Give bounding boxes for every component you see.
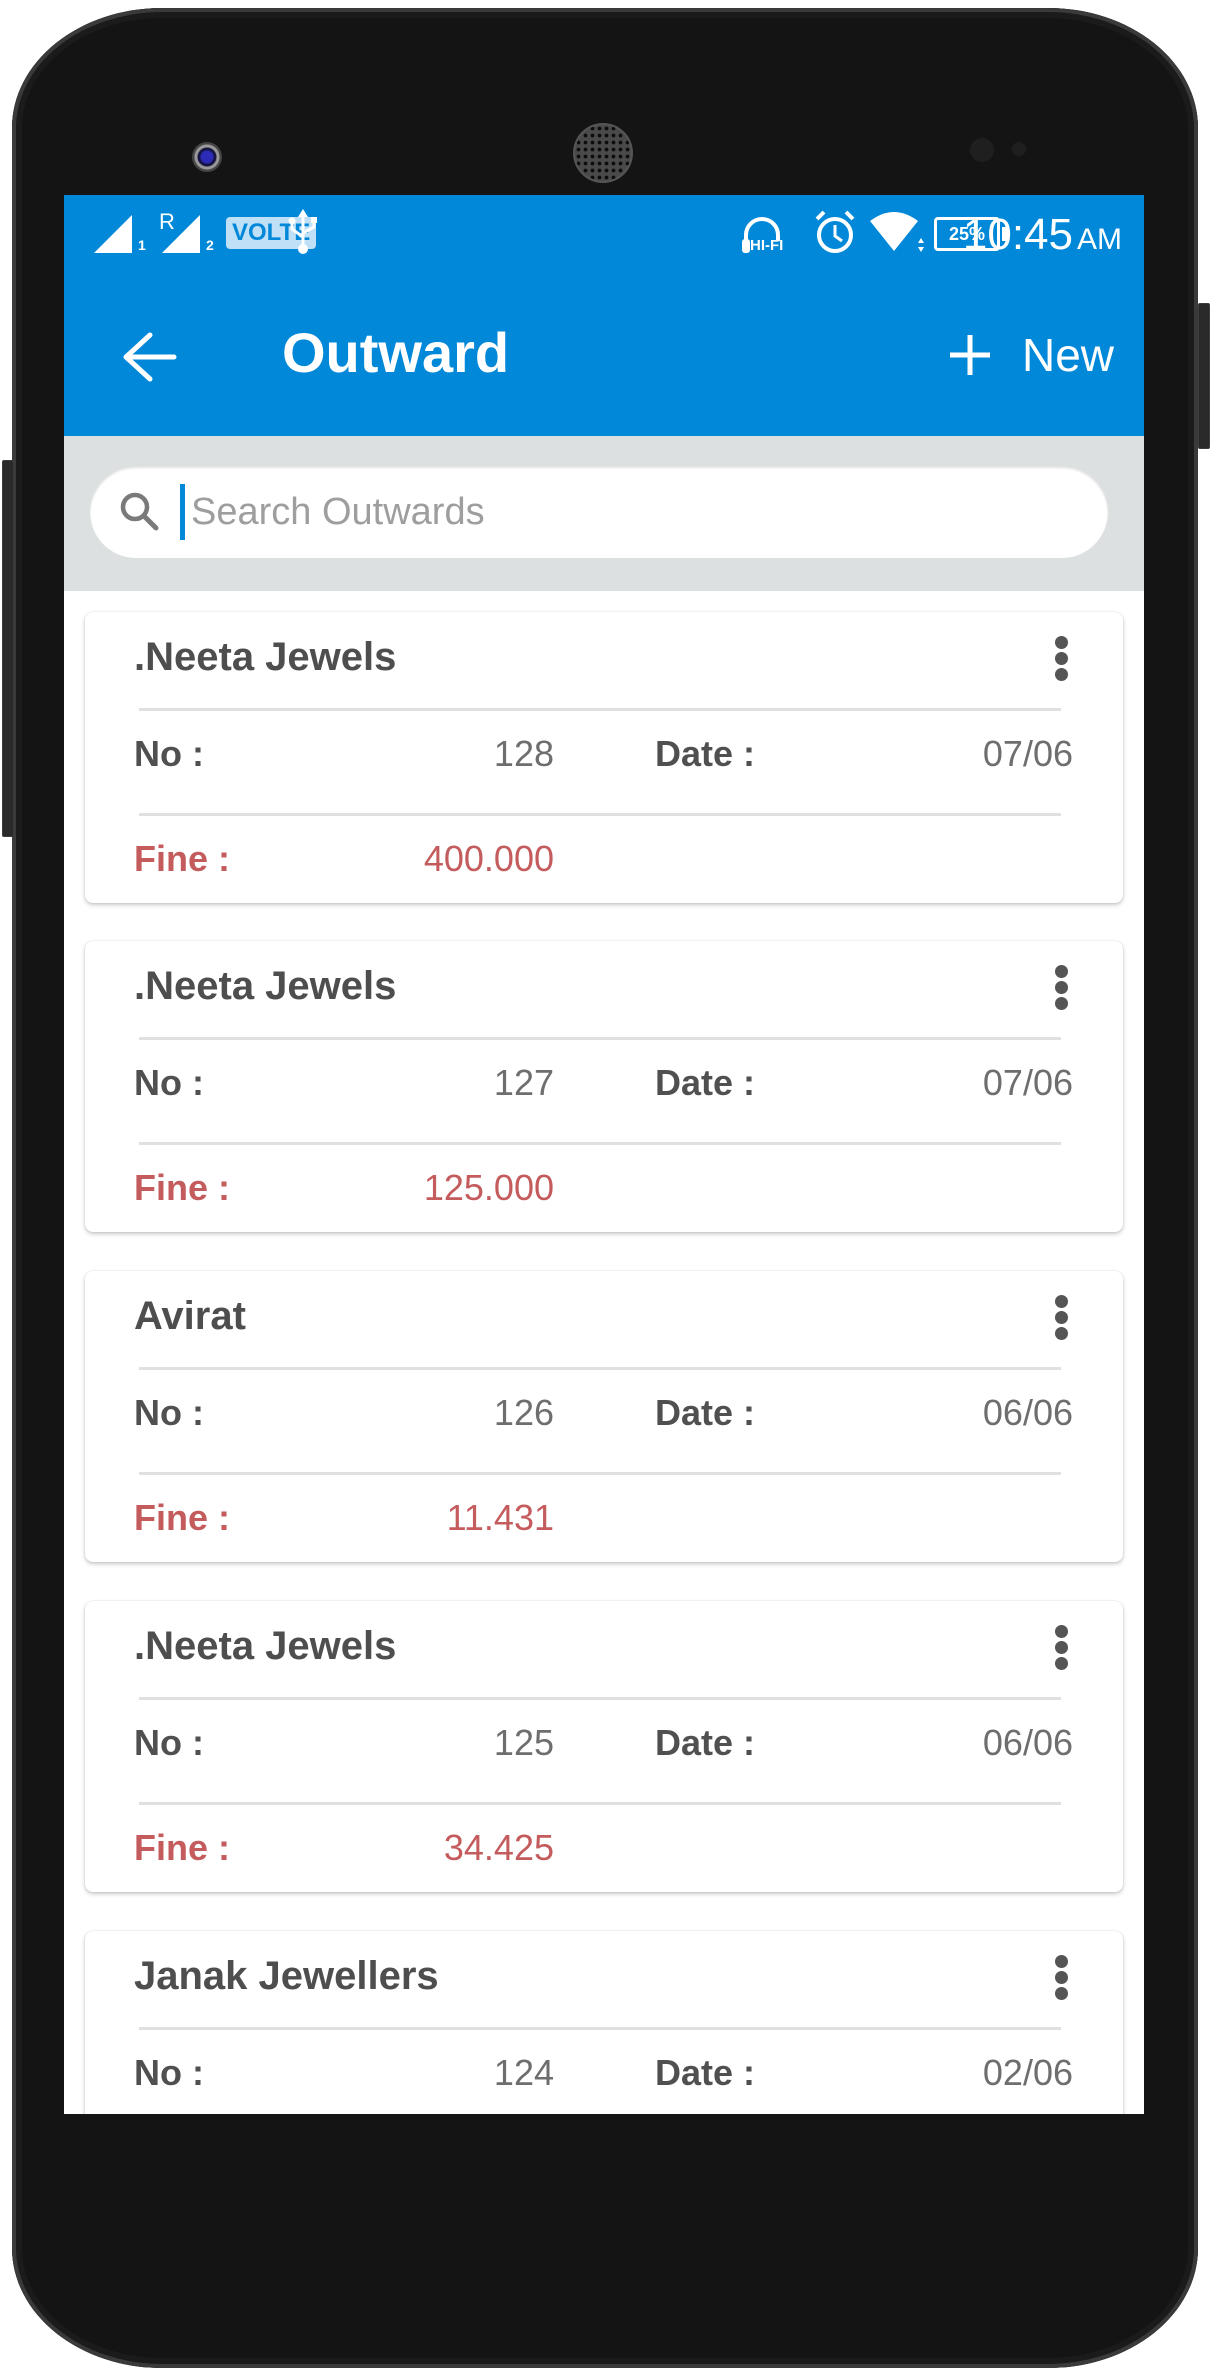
- kebab-dot: [1055, 1295, 1068, 1308]
- more-options-button[interactable]: [1043, 1619, 1079, 1675]
- no-label: No :: [134, 1062, 204, 1103]
- kebab-dot: [1055, 1311, 1068, 1324]
- fine-label: Fine :: [134, 1167, 230, 1208]
- no-value: 125: [493, 1722, 554, 1763]
- date-value: 07/06: [982, 733, 1073, 774]
- party-name: Avirat: [134, 1294, 246, 1338]
- light-sensor: [1012, 142, 1026, 156]
- no-value: 127: [493, 1062, 554, 1103]
- date-label: Date :: [655, 733, 756, 774]
- kebab-dot: [1055, 1657, 1068, 1670]
- screen: 1 R 2 VOLTE HI-FI 25% 10:45 AM Outward N…: [64, 195, 1144, 2114]
- fine-value: 125.000: [423, 1167, 554, 1208]
- date-value: 02/06: [982, 2052, 1073, 2093]
- clock: 10:45 AM: [963, 209, 1122, 266]
- date-label: Date :: [655, 2052, 756, 2093]
- front-camera: [192, 142, 222, 172]
- divider: [139, 1142, 1061, 1145]
- proximity-sensor: [970, 138, 994, 162]
- hifi-headphone-icon: HI-FI: [740, 209, 800, 259]
- divider: [139, 1697, 1061, 1700]
- fine-label: Fine :: [134, 1497, 230, 1538]
- kebab-dot: [1055, 1971, 1068, 1984]
- kebab-dot: [1055, 981, 1068, 994]
- outward-card[interactable]: .Neeta Jewels No : 127 Date : 07/06 Fine…: [85, 941, 1123, 1232]
- party-name: .Neeta Jewels: [134, 964, 397, 1008]
- clock-ampm: AM: [1077, 223, 1122, 256]
- usb-icon: [288, 209, 317, 254]
- app-bar: Outward New: [64, 275, 1144, 436]
- wifi-icon: [870, 212, 924, 252]
- party-name: Janak Jewellers: [134, 1954, 439, 1998]
- no-label: No :: [134, 2052, 204, 2093]
- date-label: Date :: [655, 1392, 756, 1433]
- fine-value: 11.431: [446, 1497, 554, 1538]
- page-title: Outward: [282, 321, 510, 384]
- status-bar: 1 R 2 VOLTE HI-FI 25% 10:45 AM: [64, 195, 1144, 275]
- divider: [139, 1472, 1061, 1475]
- divider: [139, 2027, 1061, 2030]
- sim2-label: 2: [206, 237, 214, 253]
- more-options-button[interactable]: [1043, 959, 1079, 1015]
- date-label: Date :: [655, 1062, 756, 1103]
- no-value: 126: [493, 1392, 554, 1433]
- power-button: [1198, 303, 1210, 449]
- earpiece-speaker: [575, 125, 631, 181]
- fine-value: 34.425: [443, 1827, 554, 1868]
- search-area: [64, 436, 1144, 591]
- divider: [139, 1802, 1061, 1805]
- more-options-button[interactable]: [1043, 630, 1079, 686]
- outward-card[interactable]: .Neeta Jewels No : 128 Date : 07/06 Fine…: [85, 612, 1123, 903]
- divider: [139, 708, 1061, 711]
- new-button[interactable]: New: [948, 325, 1114, 385]
- kebab-dot: [1055, 997, 1068, 1010]
- search-bar[interactable]: [90, 466, 1108, 558]
- back-button[interactable]: [120, 327, 180, 387]
- kebab-dot: [1055, 1625, 1068, 1638]
- divider: [139, 1037, 1061, 1040]
- divider: [139, 1367, 1061, 1370]
- fine-value: 400.000: [423, 838, 554, 879]
- divider: [139, 813, 1061, 816]
- no-label: No :: [134, 1392, 204, 1433]
- search-icon: [120, 492, 159, 531]
- fine-label: Fine :: [134, 838, 230, 879]
- outward-card[interactable]: .Neeta Jewels No : 125 Date : 06/06 Fine…: [85, 1601, 1123, 1892]
- more-options-button[interactable]: [1043, 1949, 1079, 2005]
- no-value: 128: [493, 733, 554, 774]
- kebab-dot: [1055, 1641, 1068, 1654]
- party-name: .Neeta Jewels: [134, 635, 397, 679]
- no-value: 124: [493, 2052, 554, 2093]
- hifi-label: HI-FI: [750, 237, 784, 254]
- no-label: No :: [134, 733, 204, 774]
- date-label: Date :: [655, 1722, 756, 1763]
- new-button-label: New: [1021, 329, 1114, 381]
- volume-button: [2, 460, 14, 837]
- kebab-dot: [1055, 1987, 1068, 2000]
- plus-icon: [949, 335, 990, 375]
- sim1-label: 1: [138, 237, 146, 253]
- fine-label: Fine :: [134, 1827, 230, 1868]
- clock-time: 10:45: [962, 210, 1073, 259]
- kebab-dot: [1055, 652, 1068, 665]
- kebab-dot: [1055, 1955, 1068, 1968]
- kebab-dot: [1055, 636, 1068, 649]
- date-value: 06/06: [982, 1392, 1073, 1433]
- more-options-button[interactable]: [1043, 1289, 1079, 1345]
- outward-card[interactable]: Avirat No : 126 Date : 06/06 Fine : 11.4…: [85, 1271, 1123, 1562]
- alarm-icon: [815, 210, 855, 253]
- kebab-dot: [1055, 965, 1068, 978]
- party-name: .Neeta Jewels: [134, 1624, 397, 1668]
- arrow-left-icon: [123, 332, 177, 382]
- date-value: 06/06: [982, 1722, 1073, 1763]
- outward-card[interactable]: Janak Jewellers No : 124 Date : 02/06: [85, 1931, 1123, 2114]
- kebab-dot: [1055, 668, 1068, 681]
- no-label: No :: [134, 1722, 204, 1763]
- date-value: 07/06: [982, 1062, 1073, 1103]
- signal-sim2-icon: [162, 215, 200, 253]
- kebab-dot: [1055, 1327, 1068, 1340]
- signal-sim1-icon: [94, 215, 132, 253]
- search-input[interactable]: [180, 484, 1071, 540]
- outward-list: .Neeta Jewels No : 128 Date : 07/06 Fine…: [64, 591, 1144, 2114]
